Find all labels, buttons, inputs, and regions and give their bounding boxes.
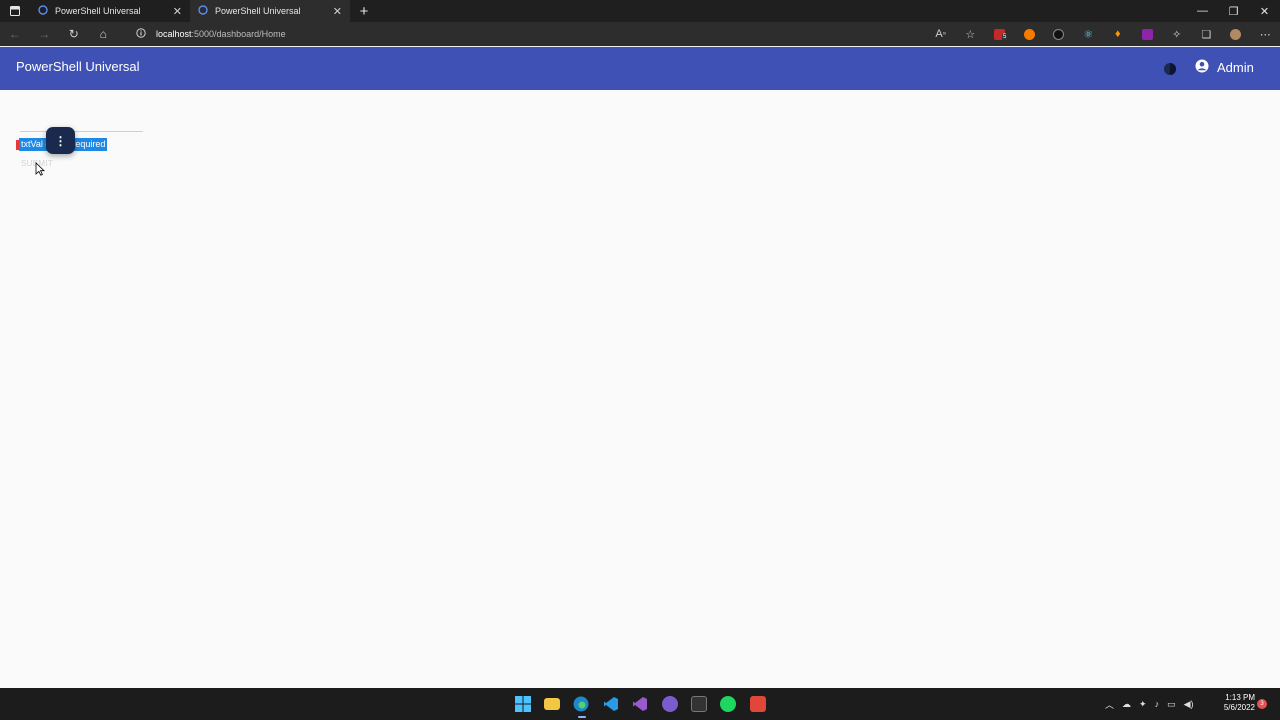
microphone-icon[interactable]: ♪: [1155, 699, 1160, 709]
back-icon[interactable]: ←: [0, 22, 30, 46]
user-name: Admin: [1217, 60, 1254, 75]
site-info-icon[interactable]: [136, 28, 146, 40]
favicon-icon: [198, 5, 208, 17]
text-field-underline[interactable]: [20, 131, 143, 132]
tab-actions-icon[interactable]: [0, 0, 30, 22]
taskbar-clock[interactable]: 1:13 PM 5/6/2022: [1211, 693, 1255, 713]
spotify-icon[interactable]: [714, 688, 743, 720]
vscode-icon[interactable]: [596, 688, 625, 720]
extension-red-icon[interactable]: 5: [985, 22, 1015, 46]
tab-title: PowerShell Universal: [55, 6, 141, 16]
tray-overflow-icon[interactable]: ︿: [1105, 698, 1114, 711]
account-icon: [1195, 59, 1209, 76]
window-controls: — ❐ ✕: [1187, 0, 1280, 22]
taskbar-apps: [508, 688, 773, 720]
home-icon[interactable]: ⌂: [89, 22, 119, 46]
browser-tab-2[interactable]: PowerShell Universal ✕: [190, 0, 350, 22]
extension-dark-icon[interactable]: [1044, 22, 1074, 46]
restore-icon[interactable]: ❐: [1218, 0, 1249, 22]
collections-icon[interactable]: ❏: [1192, 22, 1222, 46]
favorite-add-icon[interactable]: ☆: [956, 22, 986, 46]
tab-close-icon[interactable]: ✕: [333, 5, 342, 18]
extension-badge: 5: [1002, 34, 1008, 40]
volume-icon[interactable]: ◀): [1184, 699, 1194, 710]
github-desktop-icon[interactable]: [655, 688, 684, 720]
network-icon[interactable]: ▭: [1167, 699, 1176, 710]
clock-date: 5/6/2022: [1223, 703, 1255, 712]
read-aloud-icon[interactable]: A»: [926, 22, 956, 46]
start-icon[interactable]: [508, 688, 537, 720]
extension-flame-icon[interactable]: ♦: [1103, 22, 1133, 46]
profile-avatar-icon[interactable]: [1221, 22, 1251, 46]
url-path: :5000/dashboard/Home: [191, 29, 286, 39]
refresh-icon[interactable]: ↻: [59, 22, 89, 46]
visual-studio-icon[interactable]: [626, 688, 655, 720]
minimize-icon[interactable]: —: [1187, 0, 1218, 22]
system-tray: ︿ ☁ ✦ ♪ ▭ ◀): [1105, 688, 1194, 720]
app-title: PowerShell Universal: [16, 59, 140, 74]
theme-toggle-icon[interactable]: [1163, 62, 1177, 76]
red-app-icon[interactable]: [743, 688, 772, 720]
mouse-cursor-icon: [35, 162, 45, 176]
notification-badge[interactable]: 3: [1257, 699, 1267, 709]
address-bar[interactable]: localhost:5000/dashboard/Home: [126, 24, 976, 44]
new-tab-button[interactable]: +: [350, 0, 378, 22]
terminal-icon[interactable]: [684, 688, 713, 720]
tab-close-icon[interactable]: ✕: [173, 5, 182, 18]
user-menu-button[interactable]: Admin: [1195, 59, 1254, 76]
tab-title: PowerShell Universal: [215, 6, 301, 16]
more-options-button[interactable]: ⋮: [46, 127, 75, 154]
close-window-icon[interactable]: ✕: [1249, 0, 1280, 22]
file-explorer-icon[interactable]: [537, 688, 566, 720]
app-bar: PowerShell Universal Admin: [0, 47, 1280, 90]
react-devtools-icon[interactable]: ⚛: [1074, 22, 1104, 46]
onedrive-icon[interactable]: ☁: [1122, 699, 1131, 710]
extensions-icon[interactable]: ✧: [1162, 22, 1192, 46]
browser-toolbar: ← → ↻ ⌂ localhost:5000/dashboard/Home A»…: [0, 22, 1280, 46]
clock-time: 1:13 PM: [1225, 693, 1255, 702]
edge-icon[interactable]: [567, 688, 596, 720]
extension-orange-icon[interactable]: [1015, 22, 1045, 46]
extension-purple-icon[interactable]: [1133, 22, 1163, 46]
forward-icon[interactable]: →: [30, 22, 60, 46]
more-menu-icon[interactable]: ⋯: [1251, 22, 1280, 46]
url-host: localhost: [156, 29, 192, 39]
browser-tab-strip: PowerShell Universal ✕ PowerShell Univer…: [0, 0, 1280, 22]
windows-taskbar: ︿ ☁ ✦ ♪ ▭ ◀) 1:13 PM 5/6/2022 3: [0, 688, 1280, 720]
dropbox-icon[interactable]: ✦: [1139, 699, 1147, 710]
favicon-icon: [38, 5, 48, 17]
dashboard-content: txtVal orm is required ⋮ SUBMIT: [0, 90, 1280, 688]
url-text: localhost:5000/dashboard/Home: [156, 29, 286, 39]
extensions-bar: A» ☆ 5 ⚛ ♦ ✧ ❏ ⋯: [926, 22, 1280, 46]
browser-tab-1[interactable]: PowerShell Universal ✕: [30, 0, 190, 22]
